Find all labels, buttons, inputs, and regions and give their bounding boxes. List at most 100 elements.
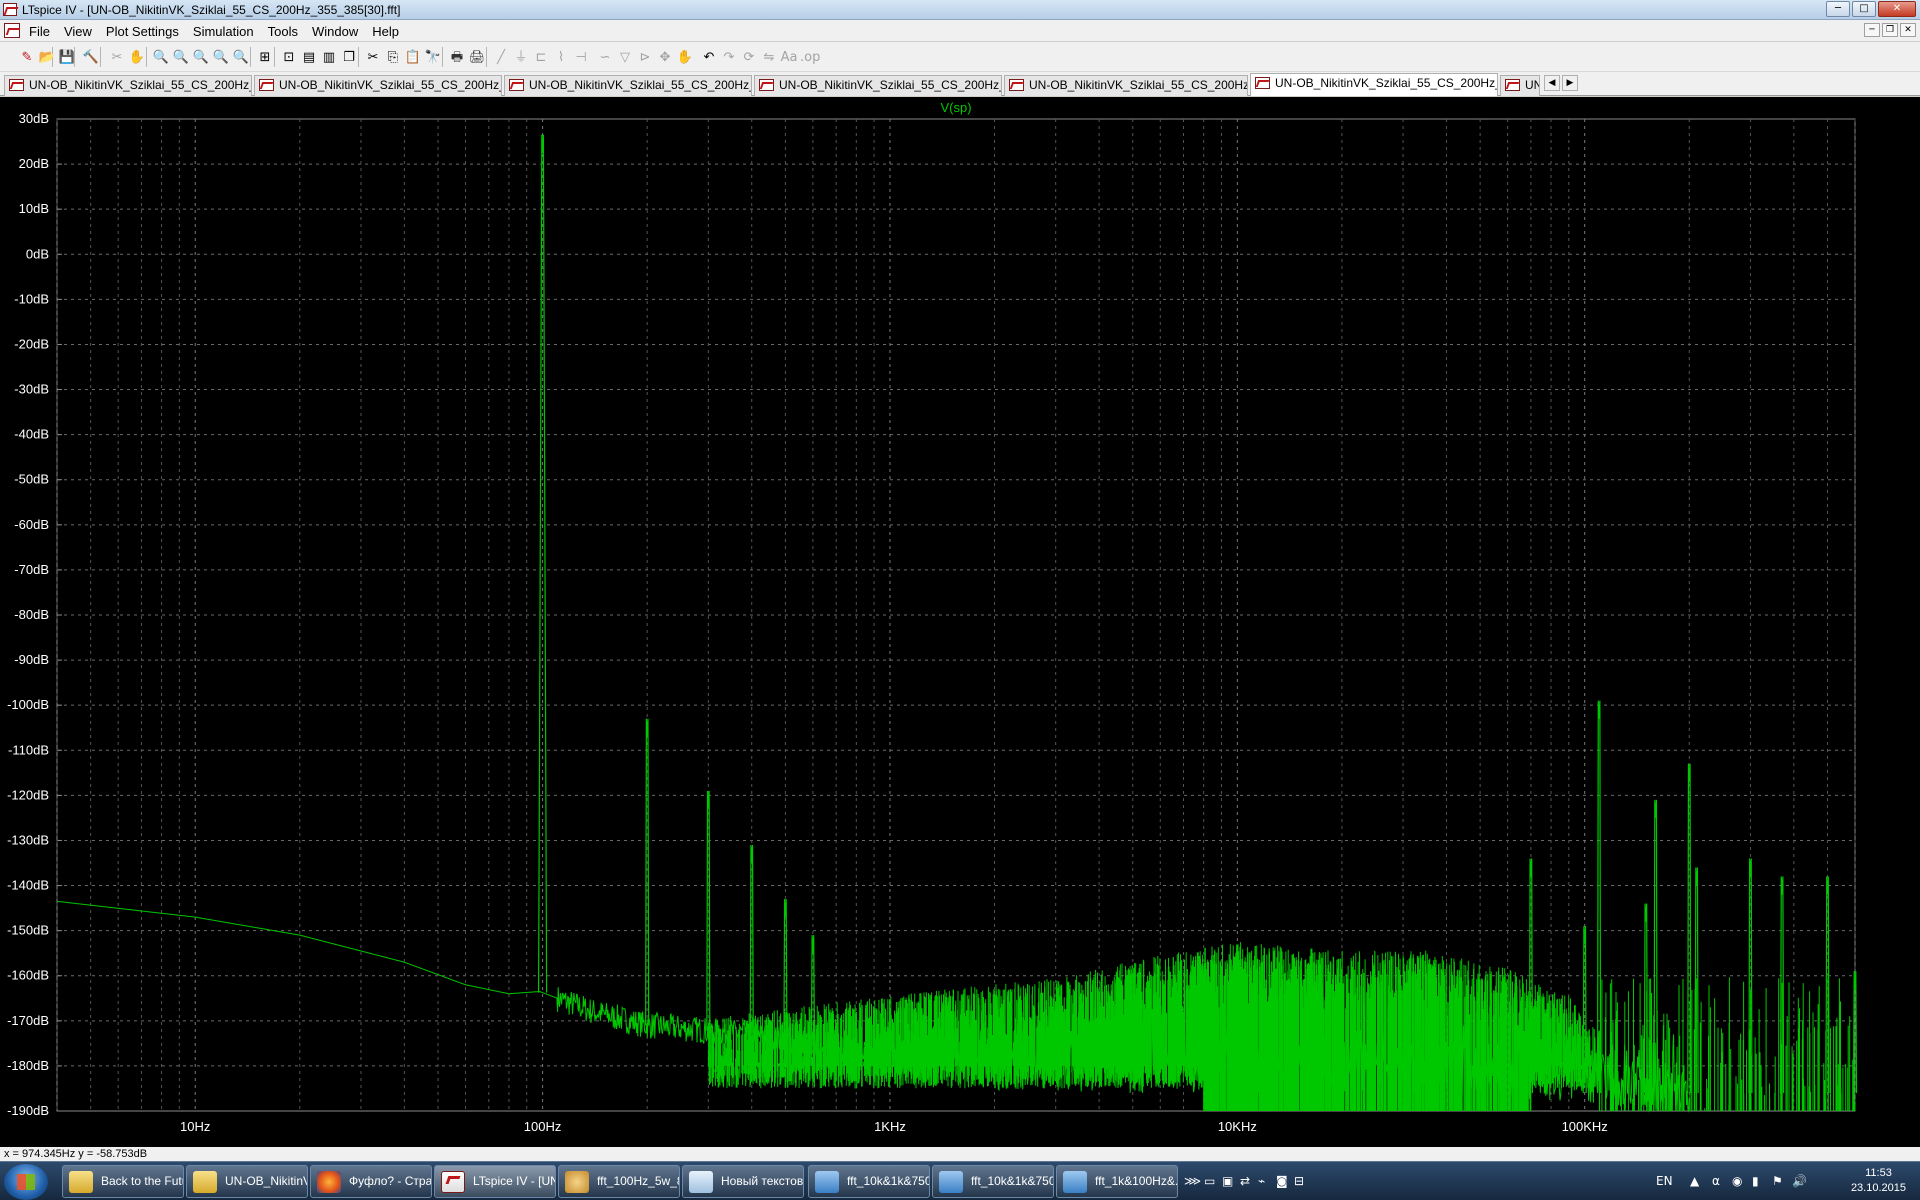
x-tick-label: 100KHz bbox=[1562, 1119, 1608, 1134]
menu-view[interactable]: View bbox=[57, 24, 99, 39]
zoom-out-icon[interactable]: 🔍 bbox=[192, 49, 210, 66]
network-share-icon[interactable]: ⇄ bbox=[1240, 1174, 1250, 1188]
tab-scroll-left-button[interactable]: ◀ bbox=[1544, 75, 1560, 91]
open-icon[interactable]: 📂 bbox=[38, 49, 56, 66]
battery-icon[interactable]: ▮ bbox=[1752, 1174, 1759, 1188]
document-icon[interactable] bbox=[4, 23, 20, 38]
taskbar-item-label: Новый текстов... bbox=[721, 1174, 804, 1188]
menu-tools[interactable]: Tools bbox=[261, 24, 305, 39]
close-button[interactable]: ✕ bbox=[1878, 1, 1916, 17]
mdi-minimize-button[interactable]: ─ bbox=[1864, 23, 1880, 37]
diode-icon[interactable]: ▽ bbox=[616, 49, 634, 66]
zoom-cancel-icon[interactable]: 🔍 bbox=[232, 49, 250, 66]
folder-tray-icon[interactable]: ▭ bbox=[1204, 1174, 1215, 1188]
ground-icon[interactable]: ⏚ bbox=[512, 49, 530, 66]
tab-fft-2[interactable]: UN-OB_NikitinVK_Sziklai_55_CS_200Hz_355_… bbox=[1004, 75, 1248, 96]
minimize-button[interactable]: ─ bbox=[1826, 1, 1850, 17]
y-tick-label: 20dB bbox=[19, 156, 49, 171]
menu-file[interactable]: File bbox=[22, 24, 57, 39]
mark-icon[interactable]: ⊡ bbox=[280, 49, 298, 66]
find-icon[interactable]: 🔭 bbox=[424, 49, 442, 66]
tab-fft-overflow[interactable]: UN-( bbox=[1500, 75, 1540, 96]
component-icon[interactable]: ⊳ bbox=[636, 49, 654, 66]
taskbar-item[interactable]: Новый текстов... bbox=[682, 1165, 804, 1198]
capacitor-icon[interactable]: ⊣ bbox=[572, 49, 590, 66]
drag-icon[interactable]: ✋ bbox=[676, 49, 694, 66]
zoom-full-icon[interactable]: 🔍 bbox=[212, 49, 230, 66]
start-button[interactable] bbox=[4, 1164, 48, 1200]
rotate-icon[interactable]: ⟳ bbox=[740, 49, 758, 66]
autorange-icon[interactable]: ⊞ bbox=[256, 49, 274, 66]
tab-fft-26[interactable]: UN-OB_NikitinVK_Sziklai_55_CS_200Hz_355_… bbox=[4, 75, 252, 96]
y-tick-label: -130dB bbox=[7, 832, 49, 847]
mdi-close-button[interactable]: ✕ bbox=[1900, 23, 1916, 37]
halt-icon[interactable]: ✋ bbox=[128, 49, 146, 66]
taskbar-item[interactable]: fft_1k&100Hz&... bbox=[1056, 1165, 1178, 1198]
new-schematic-icon[interactable]: ✎ bbox=[18, 49, 36, 66]
cascade-icon[interactable]: ❐ bbox=[340, 49, 358, 66]
waveform-icon bbox=[759, 79, 774, 91]
waveform-plot-pane[interactable]: 30dB 20dB 10dB 0dB -10dB -20dB -30dB -40dB -50dB… bbox=[0, 97, 1920, 1147]
text-icon[interactable]: Aa bbox=[780, 49, 798, 66]
paste-icon[interactable]: 📋 bbox=[404, 49, 422, 66]
fft-chart[interactable]: 30dB 20dB 10dB 0dB -10dB -20dB -30dB -40dB -50dB… bbox=[0, 97, 1920, 1147]
inductor-icon[interactable]: ∽ bbox=[596, 49, 614, 66]
menu-window[interactable]: Window bbox=[305, 24, 365, 39]
folder-icon bbox=[69, 1171, 93, 1193]
taskbar-item[interactable]: fft_10k&1k&750... bbox=[932, 1165, 1054, 1198]
update-icon[interactable]: ◉ bbox=[1732, 1174, 1742, 1188]
tray-expand-icon[interactable]: ▲ bbox=[1690, 1174, 1699, 1188]
taskbar-item[interactable]: LTspice IV - [UN... bbox=[434, 1165, 556, 1198]
taskbar-item[interactable]: fft_10k&1k&750... bbox=[808, 1165, 930, 1198]
redo-icon[interactable]: ↷ bbox=[720, 49, 738, 66]
trash-icon[interactable]: ⊟ bbox=[1294, 1174, 1304, 1188]
y-tick-label: -150dB bbox=[7, 923, 49, 938]
tab-fft-30[interactable]: UN-OB_NikitinVK_Sziklai_55_CS_200Hz_355_… bbox=[1250, 73, 1498, 96]
wire-icon[interactable]: ╱ bbox=[492, 49, 510, 66]
waveform-icon bbox=[1505, 79, 1520, 91]
y-tick-label: -180dB bbox=[7, 1058, 49, 1073]
mirror-icon[interactable]: ⇋ bbox=[760, 49, 778, 66]
taskbar-item[interactable]: Фуфло? - Стран... bbox=[310, 1165, 432, 1198]
tile-vertical-icon[interactable]: ▥ bbox=[320, 49, 338, 66]
spice-directive-icon[interactable]: .op bbox=[800, 49, 820, 66]
taskbar-item[interactable]: Back to the Futu... bbox=[62, 1165, 184, 1198]
menu-plot-settings[interactable]: Plot Settings bbox=[99, 24, 186, 39]
menu-simulation[interactable]: Simulation bbox=[186, 24, 261, 39]
move-icon[interactable]: ✥ bbox=[656, 49, 674, 66]
y-tick-label: -70dB bbox=[14, 562, 49, 577]
tab-fft-29[interactable]: UN-OB_NikitinVK_Sziklai_55_CS_200Hz_355_… bbox=[754, 75, 1002, 96]
flag-icon[interactable]: ⚑ bbox=[1772, 1174, 1783, 1188]
cut-icon[interactable]: ✂ bbox=[364, 49, 382, 66]
mdi-restore-button[interactable]: ❐ bbox=[1882, 23, 1898, 37]
y-tick-label: -190dB bbox=[7, 1103, 49, 1118]
print-icon[interactable]: 🖨 bbox=[468, 49, 486, 66]
volume-icon[interactable]: 🔊 bbox=[1792, 1174, 1807, 1188]
undo-icon[interactable]: ↶ bbox=[700, 49, 718, 66]
display-icon[interactable]: ▣ bbox=[1222, 1174, 1233, 1188]
show-hidden-icons[interactable]: ⋙ bbox=[1184, 1174, 1201, 1188]
toolbar: ✎ 📂 💾 🔨 ✂ ✋ 🔍 🔍 🔍 🔍 🔍 ⊞ ⊡ ▤ ▥ ❐ ✂ ⎘ 📋 🔭 🖶 🖨 ╱ ⏚ ⊏ ⌇ ⊣ ∽ ▽ ⊳ ✥ ✋ ↶ ↷ ⟳ ⇋ Aa .o… bbox=[0, 42, 1920, 72]
zoom-in-icon[interactable]: 🔍 bbox=[152, 49, 170, 66]
language-indicator[interactable]: EN bbox=[1656, 1174, 1673, 1188]
taskbar-item[interactable]: UN-OB_NikitinV... bbox=[186, 1165, 308, 1198]
pan-icon[interactable]: 🔍 bbox=[172, 49, 190, 66]
resistor-icon[interactable]: ⌇ bbox=[552, 49, 570, 66]
system-clock[interactable]: 11:53 23.10.2015 bbox=[1851, 1166, 1906, 1196]
antivirus-icon[interactable]: α bbox=[1712, 1174, 1720, 1188]
maximize-button[interactable]: □ bbox=[1852, 1, 1876, 17]
tab-fft-28[interactable]: UN-OB_NikitinVK_Sziklai_55_CS_200Hz_355_… bbox=[504, 75, 752, 96]
save-icon[interactable]: 💾 bbox=[58, 49, 76, 66]
camera-icon[interactable]: ◙ bbox=[1276, 1174, 1288, 1188]
tab-fft-27[interactable]: UN-OB_NikitinVK_Sziklai_55_CS_200Hz_355_… bbox=[254, 75, 502, 96]
copy-icon[interactable]: ⎘ bbox=[384, 49, 402, 66]
tab-scroll-right-button[interactable]: ▶ bbox=[1562, 75, 1578, 91]
label-icon[interactable]: ⊏ bbox=[532, 49, 550, 66]
menu-help[interactable]: Help bbox=[365, 24, 406, 39]
usb-icon[interactable]: ⌁ bbox=[1258, 1174, 1265, 1188]
control-panel-icon[interactable]: 🔨 bbox=[82, 49, 100, 66]
tile-horizontal-icon[interactable]: ▤ bbox=[300, 49, 318, 66]
print-preview-icon[interactable]: 🖶 bbox=[448, 49, 466, 66]
taskbar-item[interactable]: fft_100Hz_5w_8... bbox=[558, 1165, 680, 1198]
run-icon[interactable]: ✂ bbox=[108, 49, 126, 66]
